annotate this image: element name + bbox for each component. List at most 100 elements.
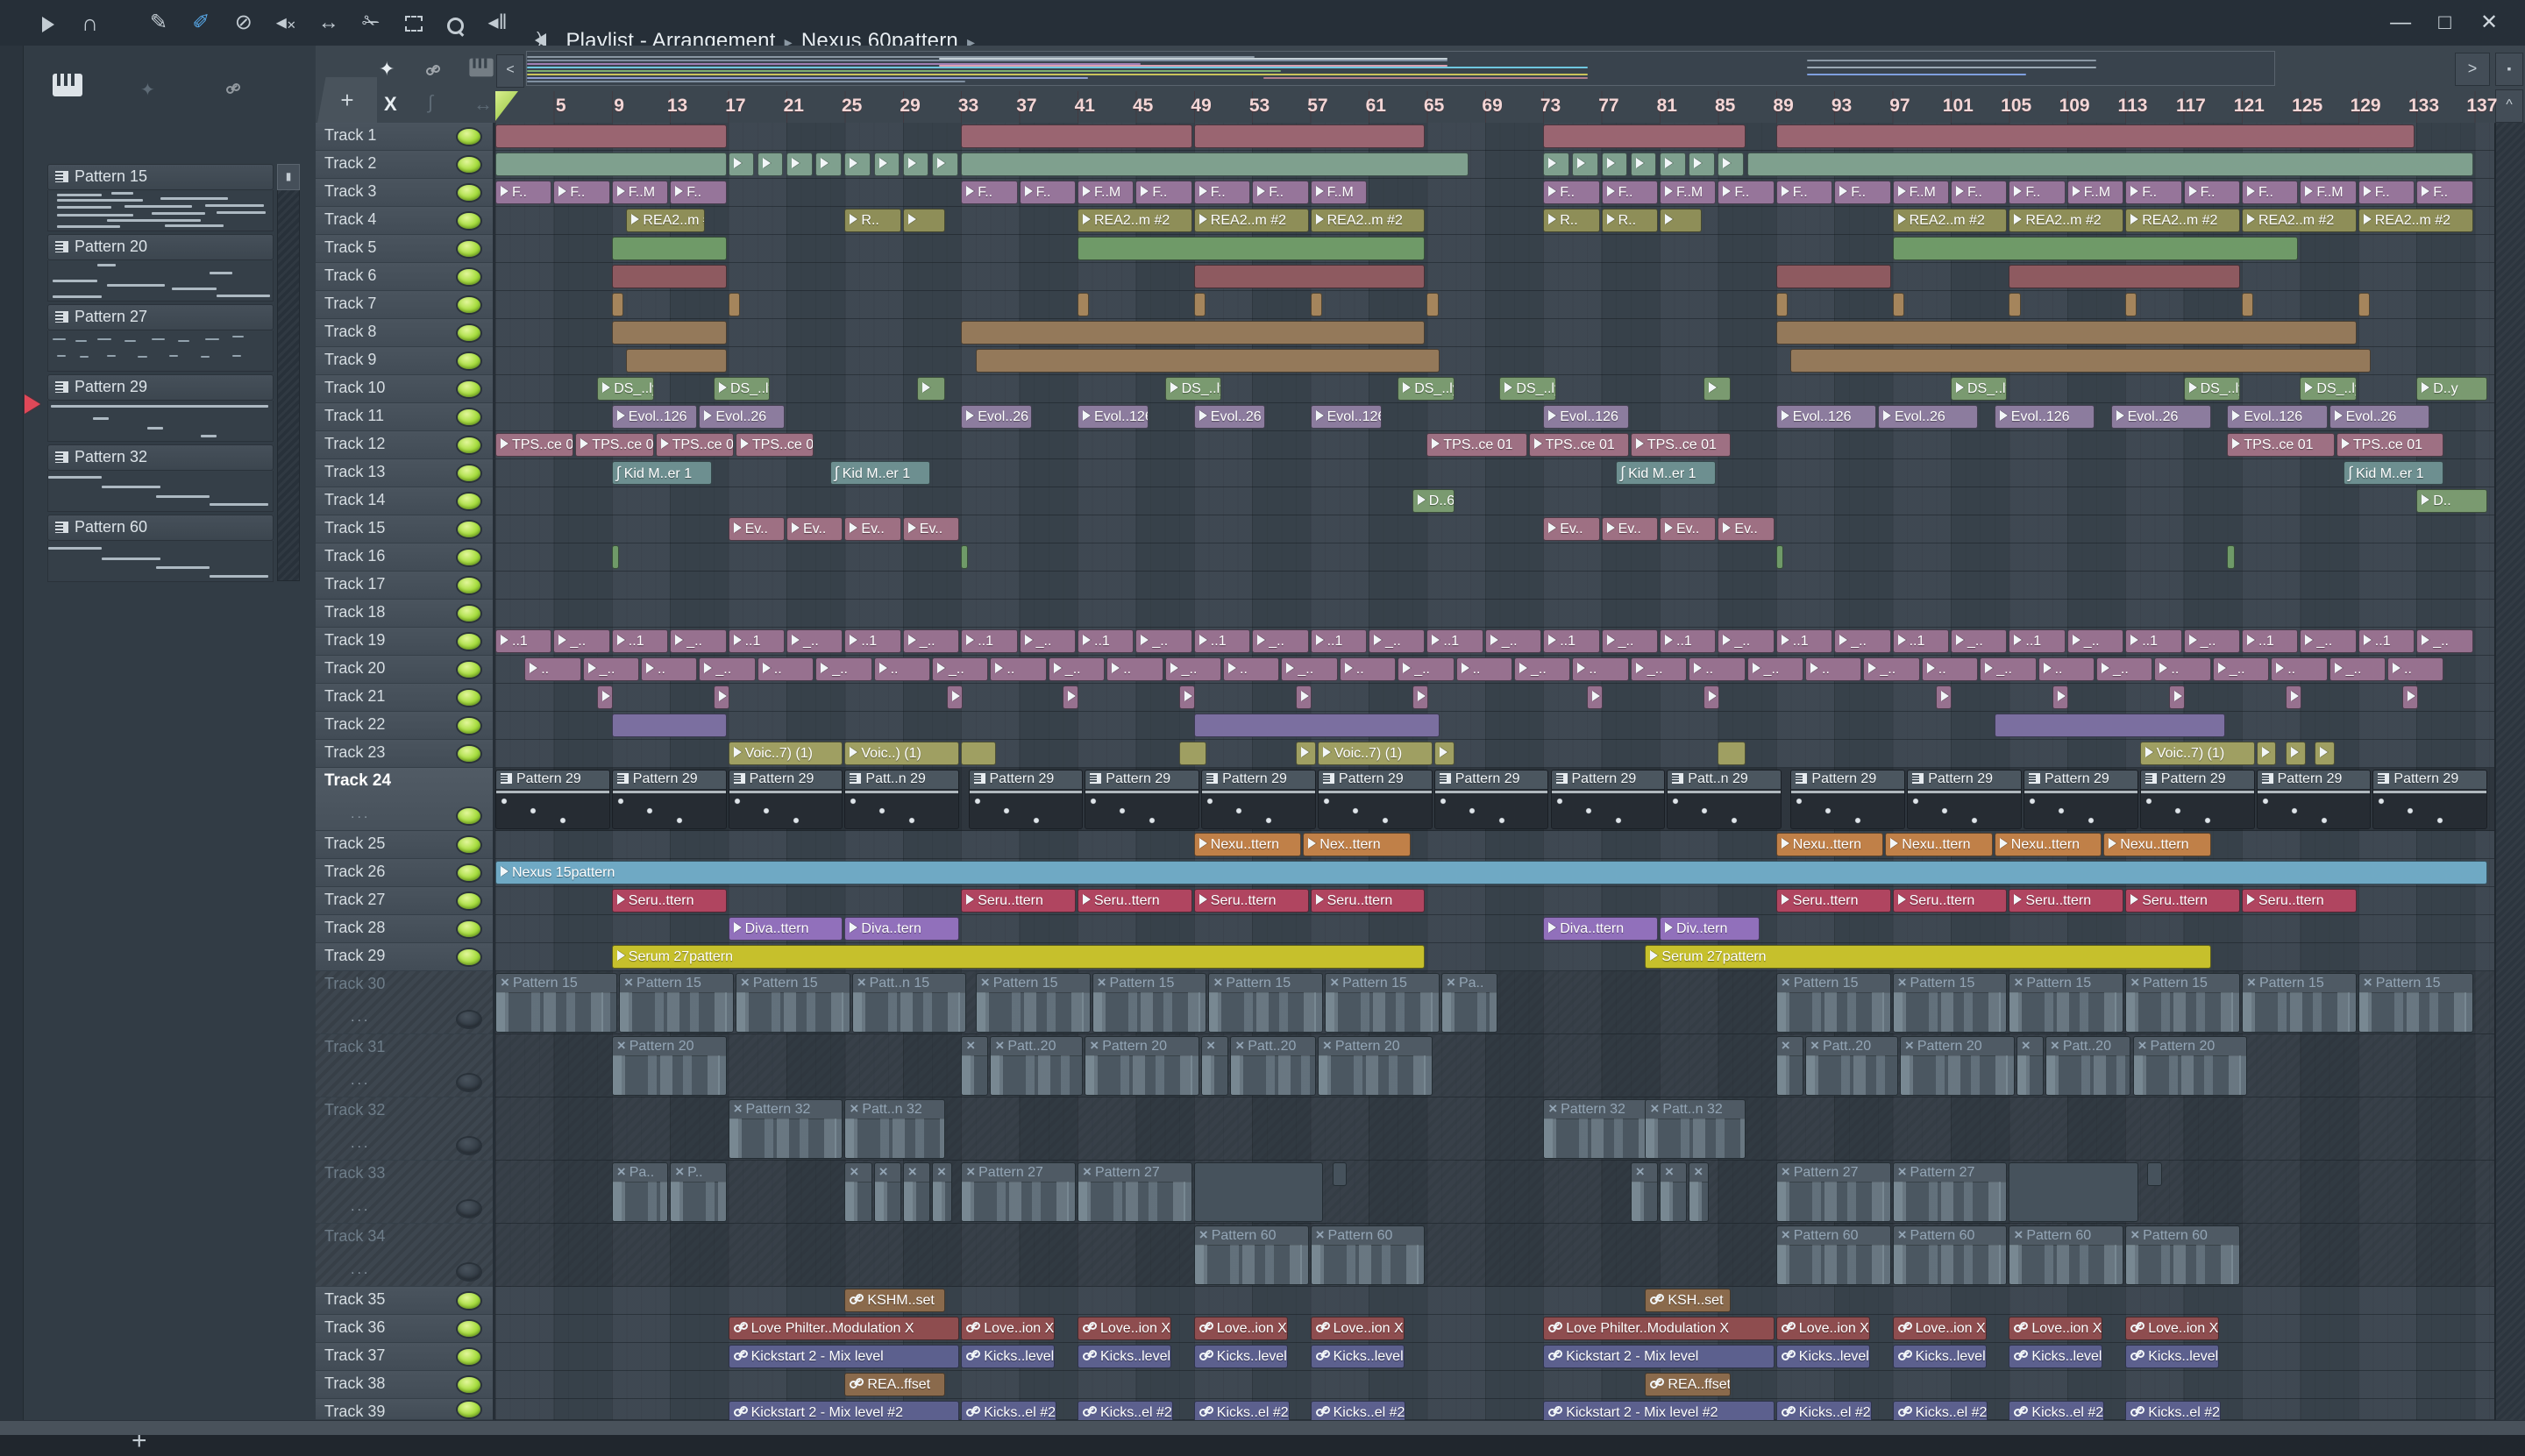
track-mute-led[interactable]: [458, 213, 480, 229]
clip[interactable]: ..: [2271, 657, 2327, 681]
track-name-cell[interactable]: Track 39: [316, 1399, 493, 1420]
clip[interactable]: _..: [1369, 629, 1425, 653]
clip[interactable]: _..: [553, 629, 609, 653]
clip[interactable]: [2315, 742, 2335, 765]
clip[interactable]: Nexu..ttern: [1885, 833, 1993, 856]
clip[interactable]: [2242, 293, 2253, 316]
clip[interactable]: [1660, 209, 1702, 232]
clip[interactable]: REA2..m #2: [2009, 209, 2123, 232]
clip[interactable]: [626, 349, 726, 373]
clip[interactable]: _..: [1834, 629, 1890, 653]
clip[interactable]: _..: [583, 657, 639, 681]
clip[interactable]: ..1: [1078, 629, 1134, 653]
play-icon[interactable]: [42, 17, 54, 32]
clip[interactable]: [2147, 1162, 2162, 1186]
clip[interactable]: [1426, 293, 1438, 316]
minimize-button[interactable]: —: [2380, 0, 2421, 46]
track-name-cell[interactable]: Track 11: [316, 403, 493, 431]
clip[interactable]: Seru..ttern: [1194, 889, 1309, 913]
track-mute-led[interactable]: [458, 157, 480, 173]
track-mute-led[interactable]: [458, 662, 480, 678]
track-name-cell[interactable]: Track 10: [316, 375, 493, 403]
clip[interactable]: F..: [670, 181, 726, 204]
track-mute-led[interactable]: [458, 1377, 480, 1393]
clip[interactable]: Kicks..el #2: [2009, 1401, 2104, 1420]
clip[interactable]: [1063, 685, 1078, 709]
clip[interactable]: [2052, 685, 2068, 709]
clip[interactable]: [1179, 742, 1206, 765]
track-mute-led[interactable]: [458, 381, 480, 397]
track-name-cell[interactable]: Track 38: [316, 1371, 493, 1399]
clip[interactable]: [1434, 742, 1455, 765]
clip[interactable]: F..: [1543, 181, 1599, 204]
clip[interactable]: ..1: [1893, 629, 1949, 653]
clip[interactable]: ×Pattern 15: [1208, 973, 1323, 1033]
clip[interactable]: TPS..ce 01: [2227, 433, 2335, 457]
picker-scrollbar-thumb[interactable]: ▮: [277, 164, 300, 190]
clip[interactable]: Love Philter..Modulation X: [1543, 1317, 1775, 1340]
clip[interactable]: Love..ion X: [1078, 1317, 1171, 1340]
clip[interactable]: ×: [1631, 1162, 1658, 1222]
clip[interactable]: ..: [641, 657, 697, 681]
clip[interactable]: F..M: [2067, 181, 2123, 204]
clip[interactable]: _..: [1747, 657, 1803, 681]
track-mute-led[interactable]: [458, 353, 480, 369]
track-name-cell[interactable]: Track 35: [316, 1287, 493, 1315]
clip[interactable]: [1747, 153, 2473, 176]
clip[interactable]: ..: [1106, 657, 1163, 681]
corner-button[interactable]: ▪: [2495, 53, 2523, 86]
clip[interactable]: [1078, 237, 1425, 260]
track-mute-led[interactable]: [458, 269, 480, 285]
track-name-cell[interactable]: Track 28: [316, 915, 493, 943]
clip[interactable]: F..: [1252, 181, 1308, 204]
clip[interactable]: F..M: [1078, 181, 1134, 204]
clip[interactable]: DS_..ly: [2184, 377, 2240, 401]
clip[interactable]: Love..ion X: [2125, 1317, 2219, 1340]
clip[interactable]: [612, 237, 727, 260]
clip[interactable]: _..: [1602, 629, 1658, 653]
clip[interactable]: ×Pattern 27: [961, 1162, 1076, 1222]
clip[interactable]: F..: [2009, 181, 2065, 204]
clip[interactable]: ..1: [1311, 629, 1367, 653]
clip[interactable]: DS_..ly: [597, 377, 653, 401]
track-name-cell[interactable]: Track 7: [316, 291, 493, 319]
clip[interactable]: REA2..m #2: [1311, 209, 1426, 232]
clip[interactable]: Kicks..level: [1776, 1345, 1870, 1368]
clip[interactable]: [2009, 293, 2020, 316]
piano-icon[interactable]: [466, 56, 496, 84]
clip[interactable]: F..M: [1660, 181, 1716, 204]
clip[interactable]: Seru..ttern: [2009, 889, 2123, 913]
track-mute-led[interactable]: [458, 241, 480, 257]
track-name-cell[interactable]: Track 36: [316, 1315, 493, 1343]
clip[interactable]: Pattern 29: [495, 770, 610, 829]
slip-tool-icon[interactable]: ✎: [139, 0, 178, 46]
clip[interactable]: ..: [990, 657, 1046, 681]
track-mute-led[interactable]: [458, 1012, 480, 1027]
clip[interactable]: F..: [2125, 181, 2181, 204]
picker-tab-audio[interactable]: ✦: [140, 79, 155, 101]
clip[interactable]: [729, 293, 740, 316]
track-row[interactable]: F..F..F..MF..F..F..F..MF..F..F..F..MF..F…: [495, 179, 2494, 207]
clip[interactable]: [2169, 685, 2185, 709]
track-name-cell[interactable]: Track 13: [316, 459, 493, 487]
clip[interactable]: [1179, 685, 1195, 709]
clip[interactable]: Pattern 29: [2257, 770, 2372, 829]
clip[interactable]: ×Pattern 15: [1092, 973, 1207, 1033]
track-name-cell[interactable]: Track 2: [316, 151, 493, 179]
close-button[interactable]: ✕: [2469, 0, 2509, 46]
clip[interactable]: ×: [903, 1162, 930, 1222]
track-row[interactable]: ∫Kid M..er 1∫Kid M..er 1∫Kid M..er 1∫Kid…: [495, 459, 2494, 487]
clip[interactable]: Love..ion X: [961, 1317, 1055, 1340]
clip[interactable]: D..6: [1412, 489, 1455, 513]
track-name-cell[interactable]: Track 15: [316, 515, 493, 543]
prohibit-tool-icon[interactable]: ⊘: [224, 0, 263, 46]
track-mute-led[interactable]: [458, 921, 480, 937]
clip[interactable]: F..: [1135, 181, 1191, 204]
clip[interactable]: _..: [932, 657, 988, 681]
delete-tool-icon[interactable]: X: [384, 93, 397, 116]
clip[interactable]: [495, 124, 727, 148]
track-row[interactable]: [495, 151, 2494, 179]
track-row[interactable]: [495, 572, 2494, 600]
track-row[interactable]: Kickstart 2 - Mix levelKicks..levelKicks…: [495, 1343, 2494, 1371]
clip[interactable]: Love..ion X: [1311, 1317, 1405, 1340]
